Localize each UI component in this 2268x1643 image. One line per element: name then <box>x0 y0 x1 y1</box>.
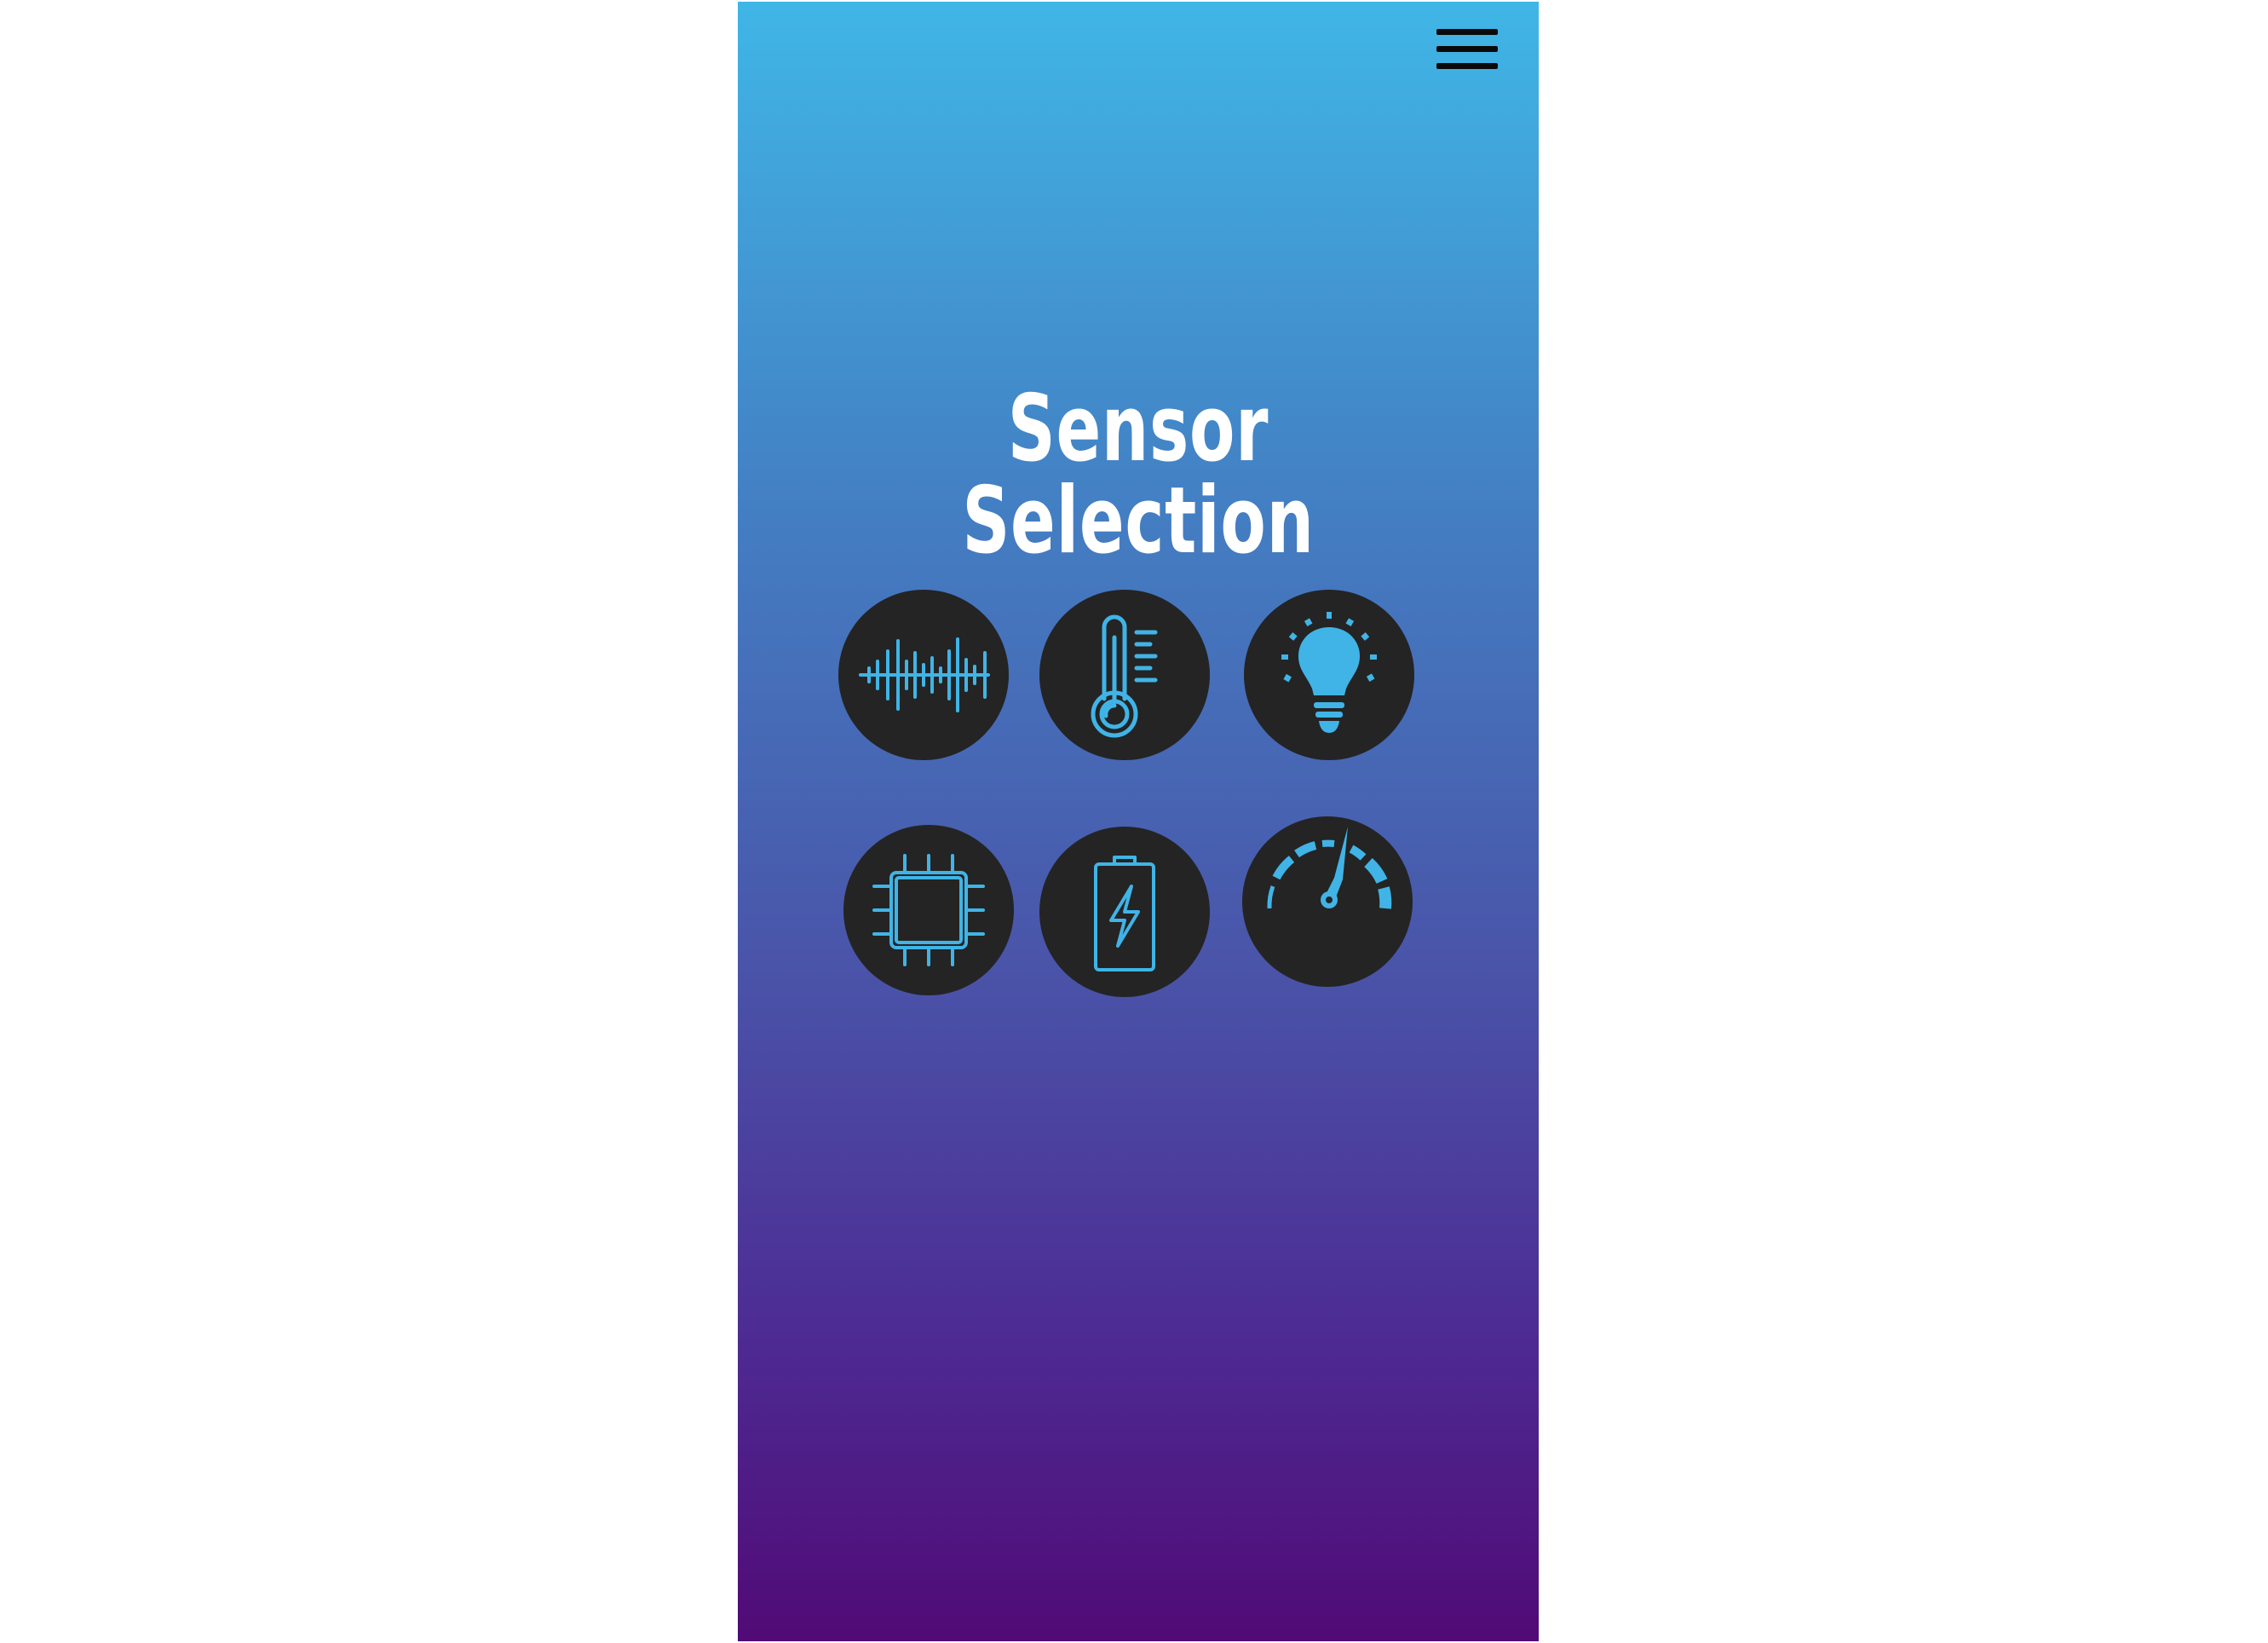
light-sensor-button[interactable] <box>1244 590 1414 760</box>
temperature-sensor-button[interactable] <box>1039 590 1210 760</box>
sound-wave-icon <box>859 637 990 712</box>
light-bulb-icon <box>1281 612 1377 733</box>
thermometer-icon <box>1091 614 1158 738</box>
speed-sensor-button[interactable] <box>1242 816 1413 987</box>
battery-icon <box>1094 856 1155 971</box>
app-screen: Sensor Selection <box>738 2 1539 1641</box>
speedometer-icon <box>1267 827 1392 909</box>
sound-sensor-button[interactable] <box>838 590 1009 760</box>
processor-sensor-button[interactable] <box>843 825 1014 995</box>
microchip-icon <box>872 854 985 966</box>
page-title: Sensor Selection <box>962 376 1315 574</box>
battery-sensor-button[interactable] <box>1039 827 1210 997</box>
menu-button[interactable] <box>1436 26 1500 75</box>
